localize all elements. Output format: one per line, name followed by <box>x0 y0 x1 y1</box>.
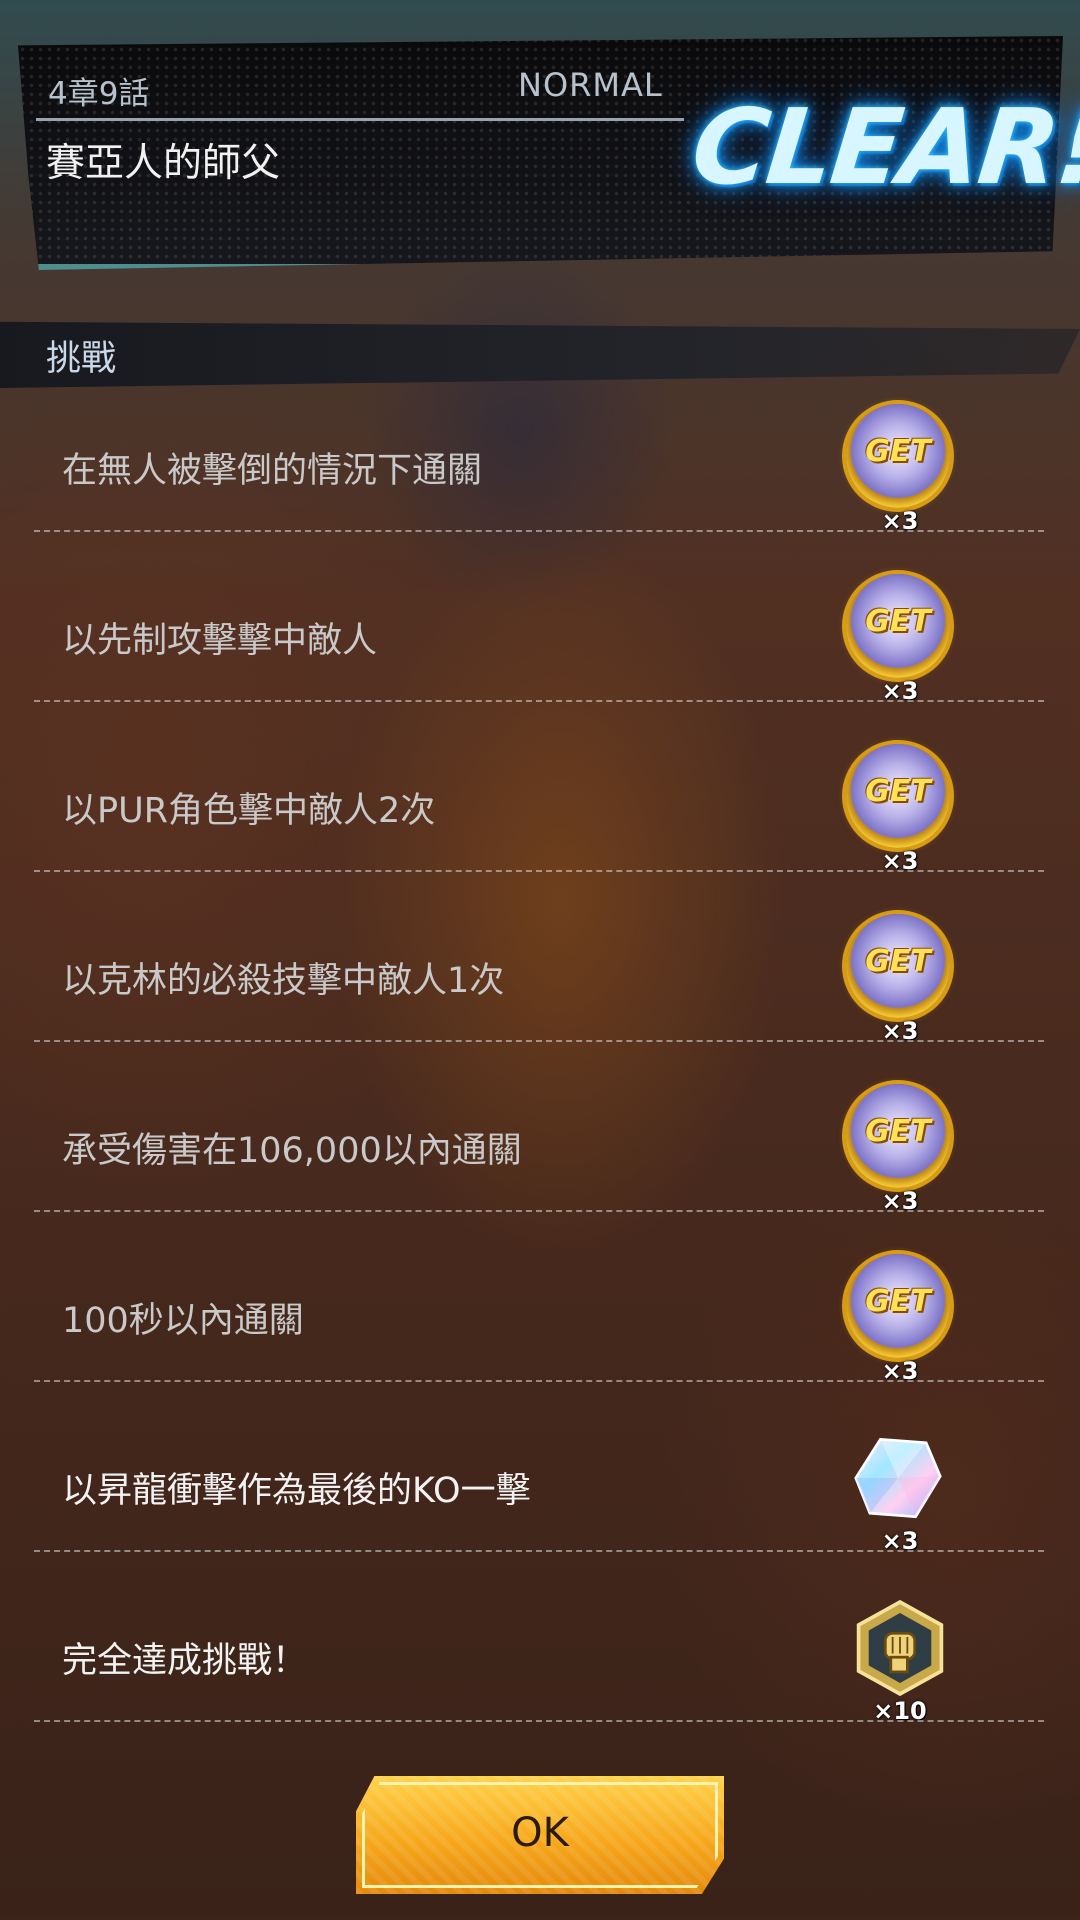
challenge-label: 完全達成挑戰！ <box>62 1641 308 1681</box>
challenge-label: 以克林的必殺技擊中敵人1次 <box>62 961 505 1001</box>
get-coin-icon: GET <box>846 574 950 678</box>
challenge-label: 在無人被擊倒的情況下通關 <box>62 451 483 491</box>
challenge-row: 以PUR角色擊中敵人2次 GET ×3 <box>0 740 1080 910</box>
get-coin-icon: GET <box>846 404 950 508</box>
row-divider <box>34 1040 1044 1042</box>
row-divider <box>34 1550 1044 1552</box>
challenge-row: 承受傷害在106,000以內通關 GET ×3 <box>0 1080 1080 1250</box>
get-coin-icon: GET <box>846 914 950 1018</box>
coin-text: GET <box>865 944 931 979</box>
chapter-label: 4章9話 <box>48 76 150 112</box>
challenge-row: 100秒以內通關 GET ×3 <box>0 1250 1080 1420</box>
coin-text: GET <box>865 1284 931 1319</box>
challenge-section-title: 挑戰 <box>46 339 117 379</box>
reward-slot: GET ×3 <box>840 740 960 880</box>
row-divider <box>34 1380 1044 1382</box>
challenge-label: 以昇龍衝擊作為最後的KO一擊 <box>62 1471 531 1511</box>
get-coin-icon: GET <box>846 1084 950 1188</box>
reward-slot: GET ×3 <box>840 570 960 710</box>
stage-title: 賽亞人的師父 <box>46 141 281 186</box>
get-coin-icon: GET <box>846 744 950 848</box>
reward-slot: GET ×3 <box>840 1250 960 1390</box>
banner-divider <box>36 118 684 121</box>
reward-slot: GET ×3 <box>840 910 960 1050</box>
challenge-label: 100秒以內通關 <box>62 1301 304 1341</box>
get-coin-icon: GET <box>846 1254 950 1358</box>
reward-slot: ×3 <box>840 1420 960 1560</box>
coin-text: GET <box>865 604 931 639</box>
coin-text: GET <box>865 1114 931 1149</box>
challenge-row: 以先制攻擊擊中敵人 GET ×3 <box>0 570 1080 740</box>
challenge-row: 在無人被擊倒的情況下通關 GET ×3 <box>0 400 1080 570</box>
challenge-row: 以昇龍衝擊作為最後的KO一擊 ×3 <box>0 1420 1080 1590</box>
row-divider <box>34 870 1044 872</box>
row-divider <box>34 530 1044 532</box>
ok-button[interactable]: OK <box>356 1776 724 1894</box>
ok-button-label: OK <box>511 1810 569 1856</box>
clear-logo: CLEAR! <box>686 86 1080 208</box>
reward-slot: ×10 <box>840 1590 960 1730</box>
reward-slot: GET ×3 <box>840 1080 960 1220</box>
row-divider <box>34 700 1044 702</box>
challenge-label: 以先制攻擊擊中敵人 <box>62 621 378 661</box>
chrono-crystal-icon <box>854 1437 942 1519</box>
reward-slot: GET ×3 <box>840 400 960 540</box>
challenge-label: 承受傷害在106,000以內通關 <box>62 1131 522 1171</box>
challenge-row: 以克林的必殺技擊中敵人1次 GET ×3 <box>0 910 1080 1080</box>
difficulty-label: NORMAL <box>518 66 663 104</box>
row-divider <box>34 1720 1044 1722</box>
fist-medal-icon <box>856 1600 944 1696</box>
challenge-row: 完全達成挑戰！ ×10 <box>0 1590 1080 1760</box>
row-divider <box>34 1210 1044 1212</box>
coin-text: GET <box>865 774 931 809</box>
coin-text: GET <box>865 434 931 469</box>
challenge-label: 以PUR角色擊中敵人2次 <box>62 791 436 831</box>
